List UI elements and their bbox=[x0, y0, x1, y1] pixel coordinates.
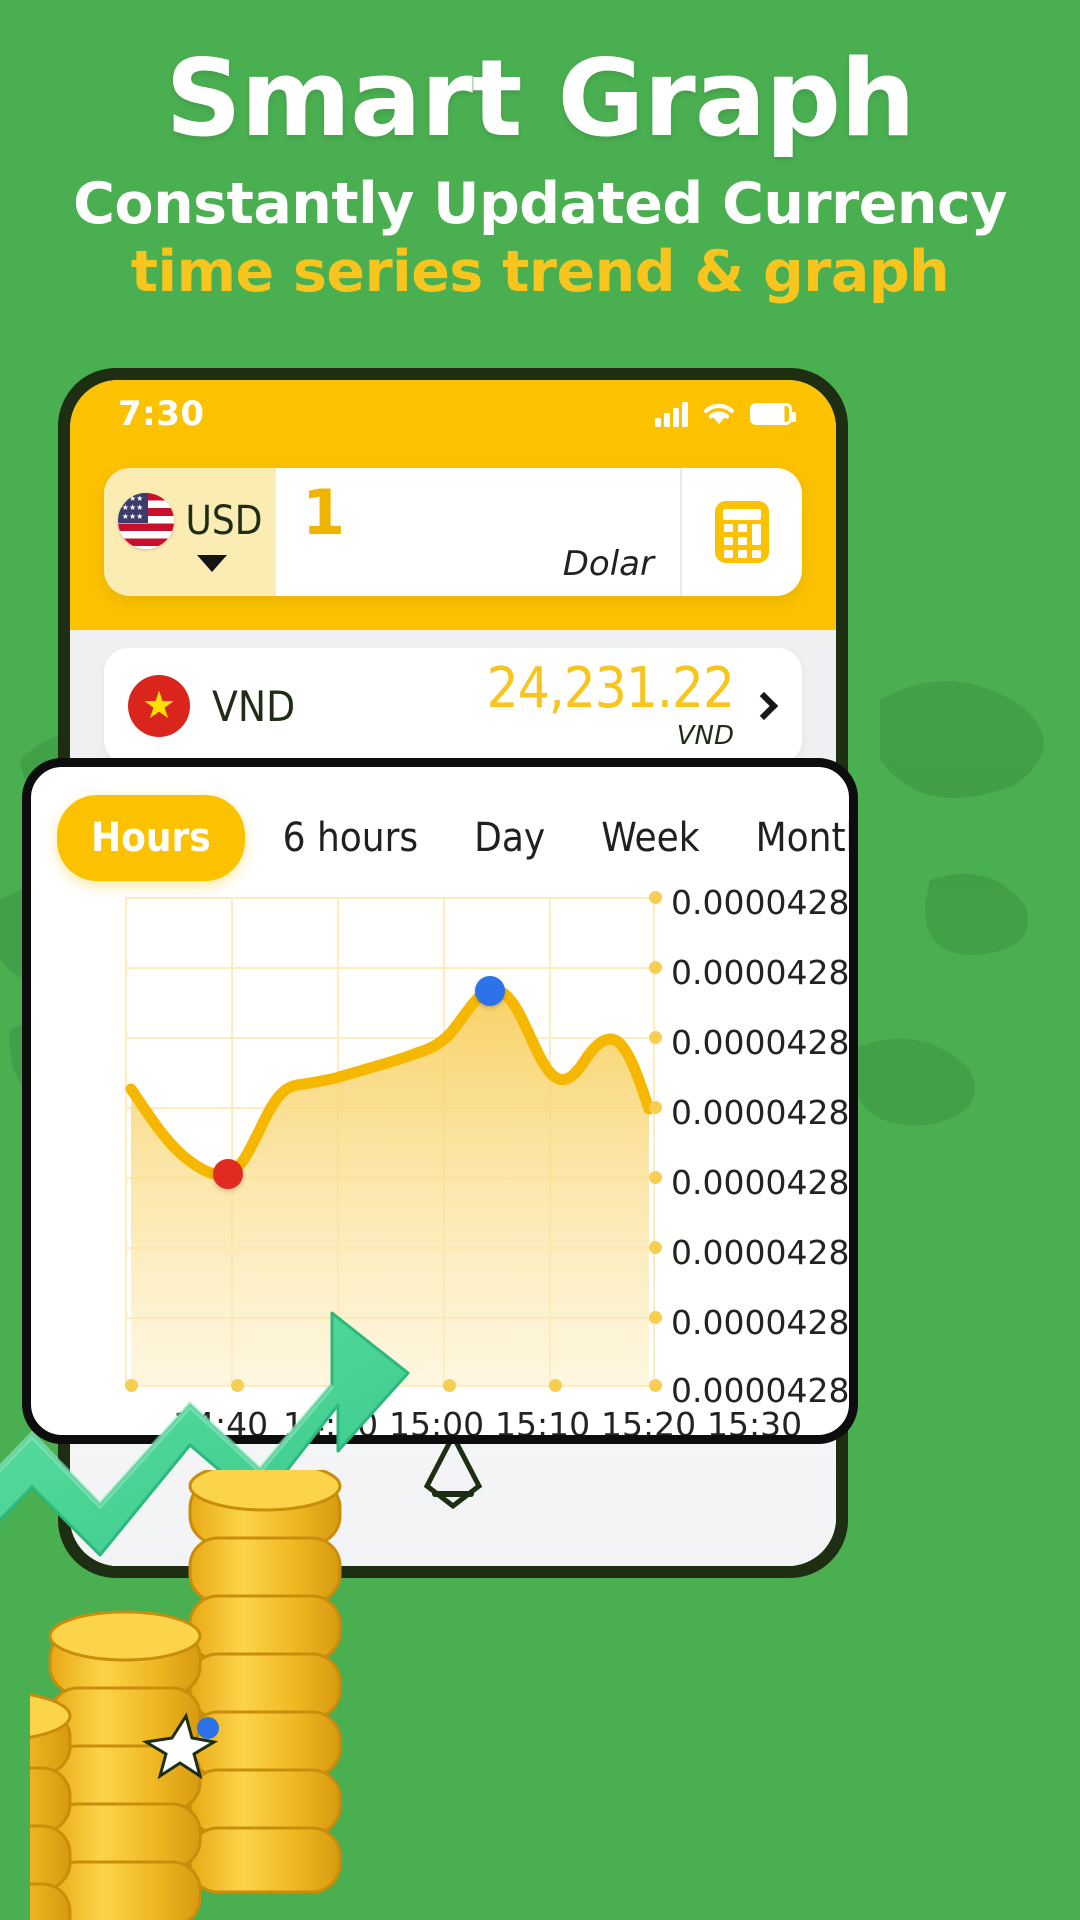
status-bar-time: 7:30 bbox=[118, 394, 205, 434]
promo-subtitle-line2: time series trend & graph bbox=[130, 238, 950, 305]
promo-headline-block: Smart Graph Constantly Updated Currency … bbox=[0, 46, 1080, 303]
x-tick-1: 14:50 bbox=[283, 1405, 379, 1444]
converter-header: USD 1 Dolar bbox=[70, 442, 836, 630]
calculator-icon bbox=[715, 501, 769, 563]
tab-hours[interactable]: Hours bbox=[57, 795, 245, 881]
source-currency-name: Dolar bbox=[562, 544, 654, 584]
chart-plot-area bbox=[125, 891, 662, 1392]
tab-month[interactable]: Month bbox=[728, 815, 849, 861]
x-tick-2: 15:00 bbox=[389, 1405, 485, 1444]
chevron-right-icon[interactable] bbox=[749, 691, 779, 721]
y-tick-3: 0.00004283 bbox=[671, 1093, 858, 1132]
tab-day[interactable]: Day bbox=[446, 815, 573, 861]
target-currency-row[interactable]: ★ VND 24,231.22 VND bbox=[104, 648, 802, 764]
target-currency-code: VND bbox=[212, 681, 296, 731]
source-currency-code: USD bbox=[185, 497, 263, 544]
tab-6-hours[interactable]: 6 hours bbox=[255, 815, 447, 861]
signal-icon bbox=[655, 401, 688, 427]
target-currency-amount-block: 24,231.22 VND bbox=[487, 661, 735, 752]
x-tick-5: 15:30 bbox=[707, 1405, 803, 1444]
chevron-down-icon[interactable] bbox=[197, 554, 227, 572]
amount-input-row[interactable]: USD 1 Dolar bbox=[104, 468, 802, 596]
x-tick-0: 14:40 bbox=[173, 1405, 269, 1444]
amount-input[interactable]: 1 bbox=[302, 482, 654, 544]
x-tick-3: 15:10 bbox=[495, 1405, 591, 1444]
chart-high-marker bbox=[475, 976, 505, 1006]
vn-flag-icon: ★ bbox=[128, 675, 190, 737]
battery-icon bbox=[750, 403, 796, 425]
amount-field-wrapper[interactable]: 1 Dolar bbox=[276, 468, 682, 596]
y-tick-5: 0.00004283 bbox=[671, 1233, 858, 1272]
target-currency-value: 24,231.22 bbox=[486, 656, 735, 721]
y-tick-6: 0.00004283 bbox=[671, 1303, 858, 1342]
status-bar-icons bbox=[655, 401, 796, 427]
wifi-icon bbox=[703, 403, 735, 424]
tab-week[interactable]: Week bbox=[573, 815, 727, 861]
y-tick-1: 0.00004283 bbox=[671, 953, 858, 992]
chart-series-curve bbox=[125, 984, 655, 1385]
chart-low-marker bbox=[213, 1159, 243, 1189]
y-tick-2: 0.00004283 bbox=[671, 1023, 858, 1062]
x-tick-4: 15:20 bbox=[601, 1405, 697, 1444]
promo-subtitle-line1: Constantly Updated Currency bbox=[73, 171, 1007, 237]
y-tick-4: 0.00004283 bbox=[671, 1163, 858, 1202]
source-currency-display: USD bbox=[117, 492, 263, 549]
promo-title: Smart Graph bbox=[165, 37, 915, 160]
target-currency-unit: VND bbox=[676, 721, 734, 751]
source-currency-picker[interactable]: USD bbox=[104, 468, 276, 596]
us-flag-icon bbox=[117, 492, 174, 549]
y-tick-0: 0.00004283 bbox=[671, 883, 858, 922]
status-bar: 7:30 bbox=[70, 380, 836, 442]
calculator-button[interactable] bbox=[682, 468, 802, 596]
chart-card: Hours 6 hours Day Week Month 3 mo bbox=[22, 758, 858, 1444]
time-range-tabs: Hours 6 hours Day Week Month 3 mo bbox=[31, 767, 849, 881]
